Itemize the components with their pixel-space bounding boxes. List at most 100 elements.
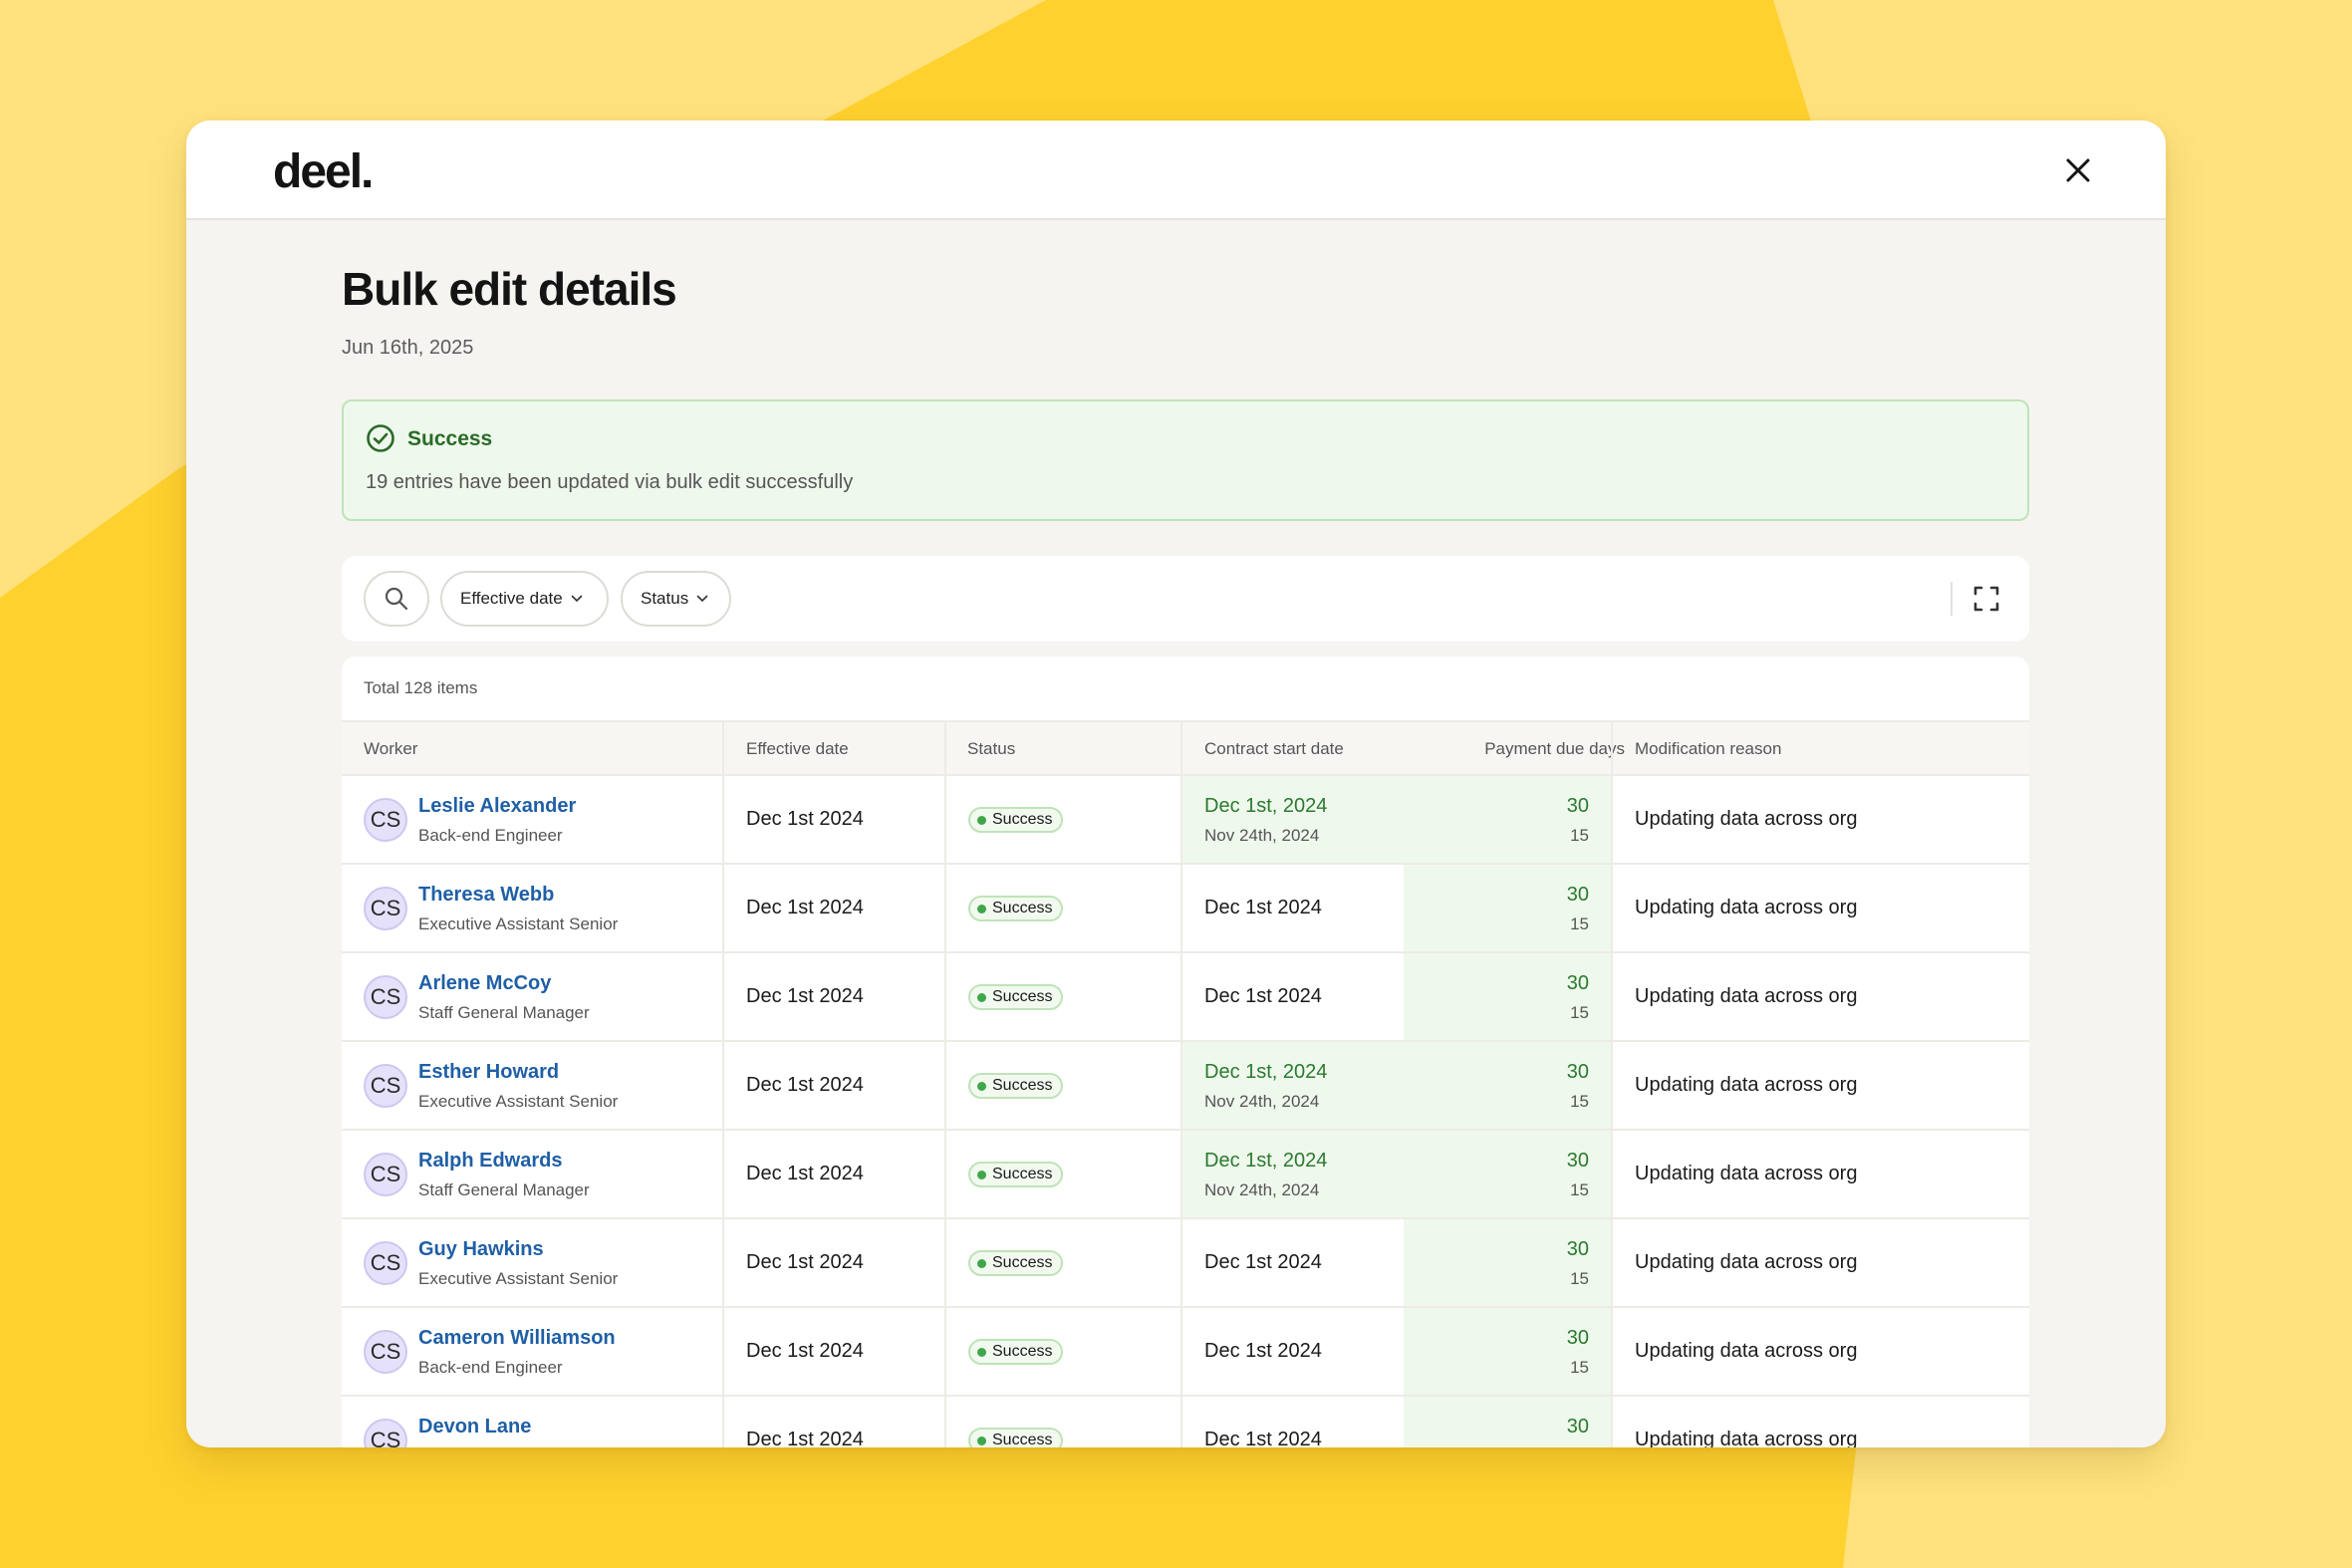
worker-name-link[interactable]: Ralph Edwards	[418, 1150, 562, 1173]
modification-reason-cell: Updating data across org	[1613, 1219, 2029, 1306]
contract-start-new: Dec 1st, 2024	[1204, 1061, 1328, 1083]
deel-logo: deel.	[273, 145, 374, 198]
worker-cell: CS Esther Howard Executive Assistant Senio…	[342, 1042, 722, 1129]
effective-date-cell: Dec 1st 2024	[724, 953, 944, 1040]
alert-title: Success	[407, 427, 493, 450]
effective-date: Dec 1st 2024	[746, 1340, 864, 1362]
table-row[interactable]: CS Ralph Edwards Staff General Manager Dec …	[342, 1131, 2029, 1219]
status-label: Success	[992, 1166, 1053, 1182]
modification-reason: Updating data across org	[1635, 808, 1858, 830]
column-header-payment-due-days[interactable]: Payment due days	[1445, 722, 1625, 776]
fullscreen-button[interactable]	[1967, 580, 2005, 618]
page-date: Jun 16th, 2025	[342, 337, 474, 359]
status-cell: Success	[946, 865, 1180, 951]
status-label: Success	[992, 900, 1053, 916]
search-button[interactable]	[364, 571, 429, 627]
contract-start-old: Nov 24th, 2024	[1204, 1180, 1320, 1199]
status-badge: Success	[968, 1250, 1064, 1276]
status-cell: Success	[946, 1042, 1180, 1129]
worker-role: Executive Assistant Senior	[418, 1092, 619, 1111]
worker-role: Executive Assistant Senior	[418, 915, 619, 933]
table-row[interactable]: CS Theresa Webb Executive Assistant Senior…	[342, 865, 2029, 953]
payment-due-old: 15	[1570, 1003, 1589, 1022]
status-cell: Success	[946, 953, 1180, 1040]
table-row[interactable]: CS Devon Lane Dec 1st 2024 Success Dec 1st 2…	[342, 1397, 2029, 1447]
avatar: CS	[364, 1241, 407, 1285]
table-row[interactable]: CS Leslie Alexander Back-end Engineer Dec 1…	[342, 776, 2029, 865]
status-cell: Success	[946, 1308, 1180, 1395]
modification-reason-cell: Updating data across org	[1613, 776, 2029, 863]
contract-start-date: Dec 1st 2024	[1204, 985, 1322, 1007]
column-header-effective-date[interactable]: Effective date	[746, 722, 849, 776]
avatar: CS	[364, 1153, 407, 1196]
status-dot-icon	[977, 1347, 986, 1357]
payment-due-cell: 30 15	[1404, 1308, 1611, 1395]
worker-name-link[interactable]: Leslie Alexander	[418, 795, 576, 818]
effective-date: Dec 1st 2024	[746, 985, 864, 1007]
status-cell: Success	[946, 1397, 1180, 1447]
effective-date-cell: Dec 1st 2024	[724, 865, 944, 951]
worker-role: Staff General Manager	[418, 1003, 590, 1022]
effective-date-cell: Dec 1st 2024	[724, 1131, 944, 1217]
status-filter-label: Status	[641, 589, 689, 608]
worker-name-link[interactable]: Devon Lane	[418, 1416, 531, 1438]
contract-start-new: Dec 1st, 2024	[1204, 795, 1328, 817]
modification-reason: Updating data across org	[1635, 1251, 1858, 1273]
payment-due-cell: 30 15	[1404, 1131, 1611, 1217]
modification-reason-cell: Updating data across org	[1613, 953, 2029, 1040]
table-row[interactable]: CS Esther Howard Executive Assistant Senio…	[342, 1042, 2029, 1131]
contract-start-old: Nov 24th, 2024	[1204, 1092, 1320, 1111]
modal-header: deel.	[186, 121, 2166, 220]
avatar: CS	[364, 1419, 407, 1447]
status-dot-icon	[977, 1170, 986, 1179]
payment-due-old: 15	[1570, 1180, 1589, 1199]
worker-name-link[interactable]: Cameron Williamson	[418, 1327, 616, 1350]
table-row[interactable]: CS Arlene McCoy Staff General Manager Dec 1…	[342, 953, 2029, 1042]
status-label: Success	[992, 811, 1053, 828]
avatar: CS	[364, 798, 407, 842]
worker-name-link[interactable]: Guy Hawkins	[418, 1238, 544, 1261]
status-dot-icon	[977, 1258, 986, 1268]
effective-date-filter[interactable]: Effective date	[440, 571, 609, 627]
contract-start-date: Dec 1st 2024	[1204, 897, 1322, 918]
contract-start-cell: Dec 1st, 2024 Nov 24th, 2024	[1182, 776, 1404, 863]
avatar: CS	[364, 1064, 407, 1108]
column-header-contract-start-date[interactable]: Contract start date	[1204, 722, 1344, 776]
bulk-edit-modal: deel. Bulk edit details Jun 16th, 2025 S…	[186, 121, 2166, 1447]
worker-name-link[interactable]: Esther Howard	[418, 1061, 559, 1084]
expand-icon	[1973, 586, 1999, 612]
contract-start-old: Nov 24th, 2024	[1204, 826, 1320, 845]
effective-date-cell: Dec 1st 2024	[724, 776, 944, 863]
status-badge: Success	[968, 1339, 1064, 1365]
contract-start-cell: Dec 1st 2024	[1182, 1308, 1404, 1395]
contract-start-cell: Dec 1st 2024	[1182, 1219, 1404, 1306]
worker-name-link[interactable]: Theresa Webb	[418, 884, 554, 907]
modification-reason: Updating data across org	[1635, 1074, 1858, 1096]
payment-due-old: 15	[1570, 915, 1589, 933]
status-filter[interactable]: Status	[621, 571, 731, 627]
status-label: Success	[992, 1077, 1053, 1094]
worker-name-link[interactable]: Arlene McCoy	[418, 972, 551, 995]
contract-start-date: Dec 1st 2024	[1204, 1251, 1322, 1273]
effective-date-cell: Dec 1st 2024	[724, 1219, 944, 1306]
payment-due-old: 15	[1570, 1269, 1589, 1288]
column-divider	[1611, 720, 1613, 1447]
column-header-worker[interactable]: Worker	[364, 722, 417, 776]
column-header-modification-reason[interactable]: Modification reason	[1635, 722, 1781, 776]
payment-due-new: 30	[1566, 1327, 1589, 1349]
payment-due-old: 15	[1570, 1358, 1589, 1377]
status-dot-icon	[977, 904, 986, 914]
payment-due-cell: 30 15	[1404, 953, 1611, 1040]
payment-due-cell: 30 15	[1404, 1042, 1611, 1129]
table-row[interactable]: CS Cameron Williamson Back-end Engineer Dec…	[342, 1308, 2029, 1397]
avatar: CS	[364, 975, 407, 1019]
worker-cell: CS Devon Lane	[342, 1397, 722, 1447]
close-button[interactable]	[2060, 152, 2096, 188]
table-row[interactable]: CS Guy Hawkins Executive Assistant Senior D…	[342, 1219, 2029, 1308]
status-dot-icon	[977, 815, 986, 825]
column-header-status[interactable]: Status	[967, 722, 1015, 776]
avatar: CS	[364, 887, 407, 930]
effective-date: Dec 1st 2024	[746, 808, 864, 830]
effective-date: Dec 1st 2024	[746, 897, 864, 918]
status-badge: Success	[968, 896, 1064, 921]
